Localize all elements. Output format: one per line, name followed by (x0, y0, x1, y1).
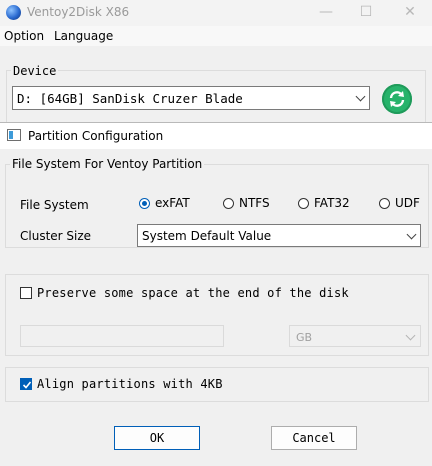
preserve-space-label: Preserve some space at the end of the di… (37, 286, 349, 300)
dialog-title: Partition Configuration (28, 129, 164, 143)
refresh-button[interactable] (382, 84, 412, 114)
align-checkbox[interactable] (20, 378, 32, 390)
preserve-size-input[interactable] (20, 325, 224, 347)
menu-bar: Option Language (0, 26, 432, 46)
radio-fat32-label: FAT32 (314, 196, 350, 210)
radio-ntfs[interactable]: NTFS (223, 196, 270, 210)
minimize-icon[interactable]: — (314, 3, 338, 21)
preserve-space-checkbox[interactable] (20, 287, 32, 299)
menu-option[interactable]: Option (4, 29, 44, 43)
menu-language[interactable]: Language (54, 29, 113, 43)
radio-udf[interactable]: UDF (379, 196, 420, 210)
radio-exfat-label: exFAT (155, 196, 190, 210)
main-title-bar: Ventoy2Disk X86 — ☐ ✕ (0, 0, 432, 26)
cluster-size-value: System Default Value (142, 229, 272, 243)
radio-ntfs-label: NTFS (239, 196, 270, 210)
align-label: Align partitions with 4KB (37, 377, 223, 391)
ok-button[interactable]: OK (114, 426, 200, 450)
maximize-icon[interactable]: ☐ (354, 3, 378, 21)
device-select[interactable]: D: [64GB] SanDisk Cruzer Blade (12, 86, 370, 110)
dialog-window-icon (7, 129, 21, 141)
chevron-down-icon (406, 229, 417, 240)
file-system-group-label: File System For Ventoy Partition (10, 157, 205, 171)
refresh-icon (389, 91, 405, 107)
close-icon[interactable]: ✕ (398, 3, 422, 21)
radio-exfat[interactable]: exFAT (139, 196, 190, 210)
ventoy-app-icon (6, 5, 21, 20)
checkmark-icon (22, 381, 32, 389)
preserve-unit-select[interactable]: GB (289, 325, 421, 347)
radio-unselected-icon (223, 197, 234, 209)
radio-fat32[interactable]: FAT32 (298, 196, 350, 210)
dialog-title-bar: Partition Configuration (0, 123, 432, 149)
cluster-size-select[interactable]: System Default Value (137, 224, 421, 247)
main-window-title: Ventoy2Disk X86 (27, 5, 130, 19)
chevron-down-icon (405, 330, 416, 341)
file-system-label: File System (20, 198, 89, 212)
partition-config-dialog: Partition Configuration File System For … (0, 122, 432, 466)
preserve-unit-value: GB (296, 331, 313, 344)
radio-unselected-icon (298, 197, 309, 209)
radio-unselected-icon (379, 197, 390, 209)
device-select-value: D: [64GB] SanDisk Cruzer Blade (17, 91, 243, 106)
cancel-button[interactable]: Cancel (271, 426, 357, 450)
radio-selected-icon (139, 197, 150, 209)
device-group-label: Device (11, 64, 59, 78)
chevron-down-icon (355, 91, 366, 102)
radio-udf-label: UDF (395, 196, 420, 210)
cluster-size-label: Cluster Size (20, 229, 92, 243)
